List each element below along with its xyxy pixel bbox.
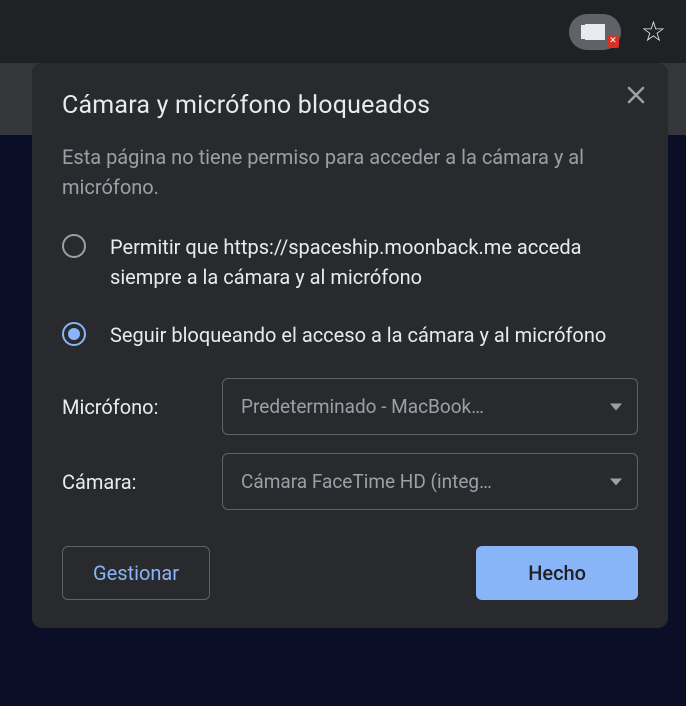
close-icon	[627, 86, 645, 104]
radio-label-allow: Permitir que https://spaceship.moonback.…	[110, 232, 638, 292]
manage-button[interactable]: Gestionar	[62, 546, 210, 600]
radio-option-block[interactable]: Seguir bloqueando el acceso a la cámara …	[62, 320, 638, 350]
browser-toolbar: ✕ ☆	[0, 0, 686, 63]
radio-icon-selected	[62, 322, 86, 346]
microphone-label: Micrófono:	[62, 395, 202, 419]
dialog-title: Cámara y micrófono bloqueados	[62, 91, 638, 120]
radio-label-block: Seguir bloqueando el acceso a la cámara …	[110, 320, 606, 350]
microphone-select[interactable]: Predeterminado - MacBook…	[222, 378, 638, 435]
close-button[interactable]	[622, 81, 650, 109]
radio-icon	[62, 234, 86, 258]
bookmark-star-icon[interactable]: ☆	[641, 18, 666, 46]
permissions-dialog: Cámara y micrófono bloqueados Esta págin…	[32, 63, 668, 628]
done-button[interactable]: Hecho	[476, 546, 638, 600]
camera-select[interactable]: Cámara FaceTime HD (integ…	[222, 453, 638, 510]
blocked-x-icon: ✕	[607, 36, 619, 48]
camera-label: Cámara:	[62, 470, 202, 494]
microphone-row: Micrófono: Predeterminado - MacBook…	[62, 378, 638, 435]
radio-option-allow[interactable]: Permitir que https://spaceship.moonback.…	[62, 232, 638, 292]
dialog-buttons: Gestionar Hecho	[62, 546, 638, 600]
chevron-down-icon	[610, 478, 622, 485]
camera-blocked-badge[interactable]: ✕	[569, 14, 621, 50]
chevron-down-icon	[610, 403, 622, 410]
camera-icon	[585, 24, 605, 40]
dialog-subtitle: Esta página no tiene permiso para accede…	[62, 142, 638, 202]
camera-row: Cámara: Cámara FaceTime HD (integ…	[62, 453, 638, 510]
